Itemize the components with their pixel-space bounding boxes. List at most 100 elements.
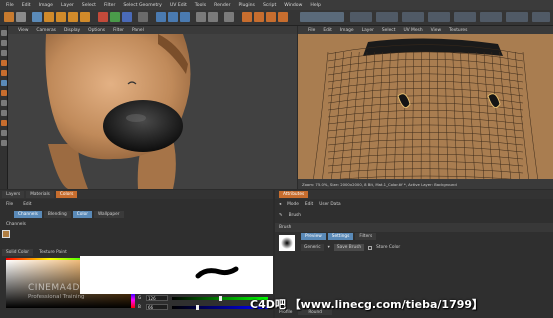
eraser-icon[interactable] xyxy=(208,12,218,22)
polygons-mode-icon[interactable] xyxy=(1,80,7,86)
menu-item-select-geometry[interactable]: Select Geometry xyxy=(123,3,162,8)
menu-item-window[interactable]: Window xyxy=(284,3,302,8)
texture-menu-view[interactable]: View xyxy=(431,28,441,33)
viewport-menu-cameras[interactable]: Cameras xyxy=(36,28,56,33)
tab-materials[interactable]: Materials xyxy=(26,191,54,198)
slider-g-knob[interactable] xyxy=(219,296,222,301)
live-selection-icon[interactable] xyxy=(32,12,42,22)
slider-b-value[interactable]: 66 xyxy=(146,304,168,310)
attributes-tab[interactable]: Attributes xyxy=(279,191,309,198)
paint-brush-icon[interactable] xyxy=(196,12,206,22)
texture-menu-layer[interactable]: Layer xyxy=(362,28,374,33)
slider-b-knob[interactable] xyxy=(196,305,199,310)
tab-texture-paint[interactable]: Texture Paint xyxy=(35,249,71,256)
save-brush-button[interactable]: Save Brush xyxy=(333,244,365,251)
undo-icon[interactable] xyxy=(4,12,14,22)
active-color-swatch[interactable] xyxy=(2,230,10,238)
subtab-preview[interactable]: Preview xyxy=(301,233,326,240)
menu-item-edit[interactable]: Edit xyxy=(22,3,31,8)
texture-mode-icon[interactable] xyxy=(1,40,7,46)
points-mode-icon[interactable] xyxy=(1,60,7,66)
gradient-icon[interactable] xyxy=(224,12,234,22)
render-picture-icon[interactable] xyxy=(168,12,178,22)
y-axis-icon[interactable] xyxy=(110,12,120,22)
tweak-mode-icon[interactable] xyxy=(1,90,7,96)
tab-colors[interactable]: Colors xyxy=(55,191,78,198)
solo-icon[interactable] xyxy=(1,130,7,136)
x-axis-icon[interactable] xyxy=(98,12,108,22)
menu-item-filter[interactable]: Filter xyxy=(104,3,115,8)
menu-item-render[interactable]: Render xyxy=(214,3,230,8)
viewport-menu-options[interactable]: Options xyxy=(88,28,105,33)
panel-menu-edit[interactable]: Edit xyxy=(19,201,35,208)
cylinder-icon[interactable] xyxy=(254,12,264,22)
uv-mode-icon[interactable] xyxy=(350,12,372,22)
texture-view[interactable]: File Edit Image Layer Select UV Mesh Vie… xyxy=(298,26,553,189)
z-axis-icon[interactable] xyxy=(122,12,132,22)
subtab-settings[interactable]: Settings xyxy=(327,233,354,240)
model-mode-icon[interactable] xyxy=(1,30,7,36)
scale-tool-icon[interactable] xyxy=(56,12,66,22)
slider-g-value[interactable]: 126 xyxy=(146,295,168,301)
edit-mode-icon[interactable] xyxy=(480,12,502,22)
subtab-filters[interactable]: Filters xyxy=(355,233,377,240)
viewport-menu-view[interactable]: View xyxy=(18,28,28,33)
cube-icon[interactable] xyxy=(242,12,252,22)
light-icon[interactable] xyxy=(278,12,288,22)
panel-menu-file[interactable]: File xyxy=(2,201,17,208)
viewport-menu-panel[interactable]: Panel xyxy=(132,28,144,33)
grid-icon[interactable] xyxy=(1,140,7,146)
workplane-icon[interactable] xyxy=(506,12,528,22)
snap-icon[interactable] xyxy=(532,12,550,22)
3d-viewport[interactable]: View Cameras Display Options Filter Pane… xyxy=(8,26,297,189)
texture-menu-file[interactable]: File xyxy=(308,28,315,33)
menu-arrow-icon[interactable]: ◂ xyxy=(279,202,281,207)
attributes-menu-mode[interactable]: Mode xyxy=(287,202,299,207)
menu-item-tools[interactable]: Tools xyxy=(195,3,206,8)
menu-item-script[interactable]: Script xyxy=(263,3,276,8)
render-settings-icon[interactable] xyxy=(180,12,190,22)
viewport-menu-filter[interactable]: Filter xyxy=(113,28,124,33)
menu-item-file[interactable]: File xyxy=(6,3,14,8)
viewport-menu-display[interactable]: Display xyxy=(64,28,80,33)
coordinate-system-icon[interactable] xyxy=(138,12,148,22)
tab-solid-color[interactable]: Solid Color xyxy=(2,249,34,256)
layout-selector[interactable] xyxy=(300,12,344,22)
texture-menu-edit[interactable]: Edit xyxy=(323,28,332,33)
menu-item-layer[interactable]: Layer xyxy=(61,3,74,8)
texture-menu-uv-mesh[interactable]: UV Mesh xyxy=(403,28,422,33)
move-tool-icon[interactable] xyxy=(80,12,90,22)
tab-layers[interactable]: Layers xyxy=(2,191,25,198)
attributes-menu-user-data[interactable]: User Data xyxy=(319,202,340,207)
edges-mode-icon[interactable] xyxy=(1,70,7,76)
texture-menu-textures[interactable]: Textures xyxy=(449,28,467,33)
workplane-icon[interactable] xyxy=(1,110,7,116)
chevron-down-icon[interactable]: ▾ xyxy=(328,245,330,250)
uv-points-icon[interactable] xyxy=(402,12,424,22)
rotate-tool-icon[interactable] xyxy=(68,12,78,22)
subtab-channels[interactable]: Channels xyxy=(14,211,42,218)
paint-icon[interactable] xyxy=(1,120,7,126)
subtab-blending[interactable]: Blending xyxy=(43,211,71,218)
menu-item-select[interactable]: Select xyxy=(82,3,96,8)
subtab-wallpaper[interactable]: Wallpaper xyxy=(94,211,124,218)
texture-menu-select[interactable]: Select xyxy=(382,28,396,33)
menu-item-uv-edit[interactable]: UV Edit xyxy=(170,3,187,8)
texture-mode-icon[interactable] xyxy=(454,12,476,22)
paint-mode-icon[interactable] xyxy=(428,12,450,22)
move-tool-icon[interactable] xyxy=(44,12,54,22)
sphere-icon[interactable] xyxy=(266,12,276,22)
axis-mode-icon[interactable] xyxy=(1,50,7,56)
store-color-checkbox[interactable] xyxy=(368,245,373,250)
redo-icon[interactable] xyxy=(16,12,26,22)
menu-item-image[interactable]: Image xyxy=(39,3,53,8)
menu-item-help[interactable]: Help xyxy=(310,3,320,8)
preset-dropdown[interactable]: Generic xyxy=(301,244,324,251)
subtab-color[interactable]: Color xyxy=(72,211,92,218)
texture-menu-image[interactable]: Image xyxy=(340,28,354,33)
menu-item-plugins[interactable]: Plugins xyxy=(238,3,254,8)
render-view-icon[interactable] xyxy=(156,12,166,22)
uv-polygons-icon[interactable] xyxy=(376,12,398,22)
snap-icon[interactable] xyxy=(1,100,7,106)
attributes-menu-edit[interactable]: Edit xyxy=(305,202,313,207)
